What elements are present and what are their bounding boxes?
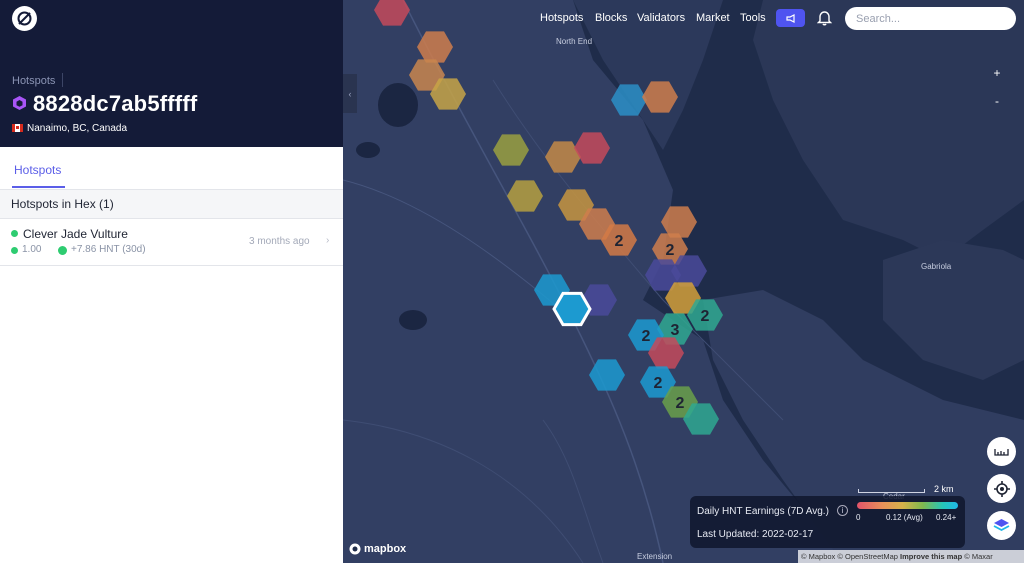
place-label-gabriola: Gabriola	[921, 262, 952, 271]
info-icon[interactable]: i	[837, 505, 848, 516]
hex-count-label: 2	[666, 242, 675, 259]
attribution-improve[interactable]: Improve this map	[900, 552, 962, 561]
tab-bar: Hotspots	[0, 147, 343, 190]
section-title: Hotspots in Hex (1)	[11, 197, 114, 211]
attribution-mapbox[interactable]: © Mapbox	[801, 552, 835, 561]
ruler-icon	[994, 448, 1009, 456]
measure-button[interactable]	[987, 437, 1016, 466]
legend-tick-avg: 0.12 (Avg)	[886, 513, 923, 522]
hex-cell[interactable]	[493, 134, 529, 166]
sidebar-header: Hotspots 8828dc7ab5fffff Nanaimo, BC, Ca…	[0, 0, 343, 147]
breadcrumb[interactable]: Hotspots	[12, 75, 55, 87]
crosshair-icon	[993, 480, 1010, 497]
last-updated: Last Updated: 2022-02-17	[697, 529, 814, 540]
nav-blocks[interactable]: Blocks	[595, 12, 627, 24]
location-text: Nanaimo, BC, Canada	[27, 123, 128, 134]
hex-cell[interactable]	[661, 206, 697, 238]
legend-tick-max: 0.24+	[936, 513, 957, 522]
zoom-in-button[interactable]: +	[985, 61, 1009, 85]
hex-cell[interactable]	[589, 359, 625, 391]
active-tab-indicator	[12, 186, 65, 188]
hex-cell[interactable]	[642, 81, 678, 113]
legend-tick-min: 0	[856, 513, 861, 522]
place-label-extension: Extension	[637, 552, 673, 561]
earnings-legend: Daily HNT Earnings (7D Avg.) i 0 0.12 (A…	[690, 496, 965, 548]
legend-gradient	[857, 502, 958, 509]
mapbox-icon	[349, 543, 361, 555]
breadcrumb-separator	[62, 73, 63, 87]
section-header: Hotspots in Hex (1)	[0, 190, 343, 219]
hex-cell[interactable]	[374, 0, 410, 26]
hex-cell[interactable]	[507, 180, 543, 212]
zoom-out-button[interactable]: -	[985, 89, 1009, 113]
feedback-button[interactable]	[776, 9, 805, 27]
hex-count-label: 2	[615, 233, 624, 250]
tab-hotspots[interactable]: Hotspots	[14, 163, 61, 177]
hex-count-label: 3	[671, 322, 680, 339]
selected-hex-cell[interactable]	[552, 291, 592, 327]
nav-market[interactable]: Market	[696, 12, 730, 24]
locate-button[interactable]	[987, 474, 1016, 503]
list-item[interactable]: Clever Jade Vulture 1.00 +7.86 HNT (30d)…	[0, 219, 343, 266]
sidebar: Hotspots 8828dc7ab5fffff Nanaimo, BC, Ca…	[0, 0, 343, 563]
collapse-sidebar-button[interactable]: ‹	[343, 74, 357, 113]
hex-layer[interactable]: 2223222	[343, 0, 1024, 563]
nav-validators[interactable]: Validators	[637, 12, 685, 24]
layers-button[interactable]	[987, 511, 1016, 540]
nav-tools[interactable]: Tools	[740, 12, 766, 24]
megaphone-icon	[785, 13, 795, 23]
hex-count-label: 2	[642, 328, 651, 345]
hnt-earnings: +7.86 HNT (30d)	[71, 244, 146, 255]
attribution-osm[interactable]: © OpenStreetMap	[837, 552, 898, 561]
timestamp: 3 months ago	[249, 236, 310, 247]
page-title: 8828dc7ab5fffff	[33, 91, 198, 116]
canada-flag-icon	[12, 124, 23, 132]
attribution-maxar[interactable]: © Maxar	[964, 552, 992, 561]
mapbox-logo[interactable]: mapbox	[349, 543, 406, 555]
scale-bar	[858, 489, 925, 493]
hex-cell[interactable]	[417, 31, 453, 63]
scale-label: 2 km	[934, 484, 954, 494]
bell-icon[interactable]	[817, 10, 832, 26]
hex-count-label: 2	[676, 395, 685, 412]
helium-logo-icon[interactable]	[12, 6, 37, 31]
hex-count-label: 2	[701, 308, 710, 325]
place-label-north-end: North End	[556, 37, 593, 46]
map-attribution: © Mapbox © OpenStreetMap Improve this ma…	[798, 550, 1024, 563]
layers-icon	[993, 519, 1010, 532]
chevron-right-icon: ›	[326, 235, 330, 246]
legend-title: Daily HNT Earnings (7D Avg.)	[697, 506, 829, 517]
hnt-icon	[58, 246, 67, 255]
reward-scale: 1.00	[22, 244, 42, 255]
reward-scale-icon	[11, 247, 18, 254]
online-status-icon	[11, 230, 18, 237]
map[interactable]: 2223222 ‹ North End Gabriola Extension C…	[343, 0, 1024, 563]
hex-count-label: 2	[654, 375, 663, 392]
mapbox-wordmark: mapbox	[364, 543, 407, 555]
hotspot-name[interactable]: Clever Jade Vulture	[23, 227, 128, 241]
hexagon-icon	[13, 96, 26, 110]
hex-cell[interactable]	[611, 84, 647, 116]
nav-hotspots[interactable]: Hotspots	[540, 12, 583, 24]
search-input[interactable]	[845, 7, 1016, 30]
